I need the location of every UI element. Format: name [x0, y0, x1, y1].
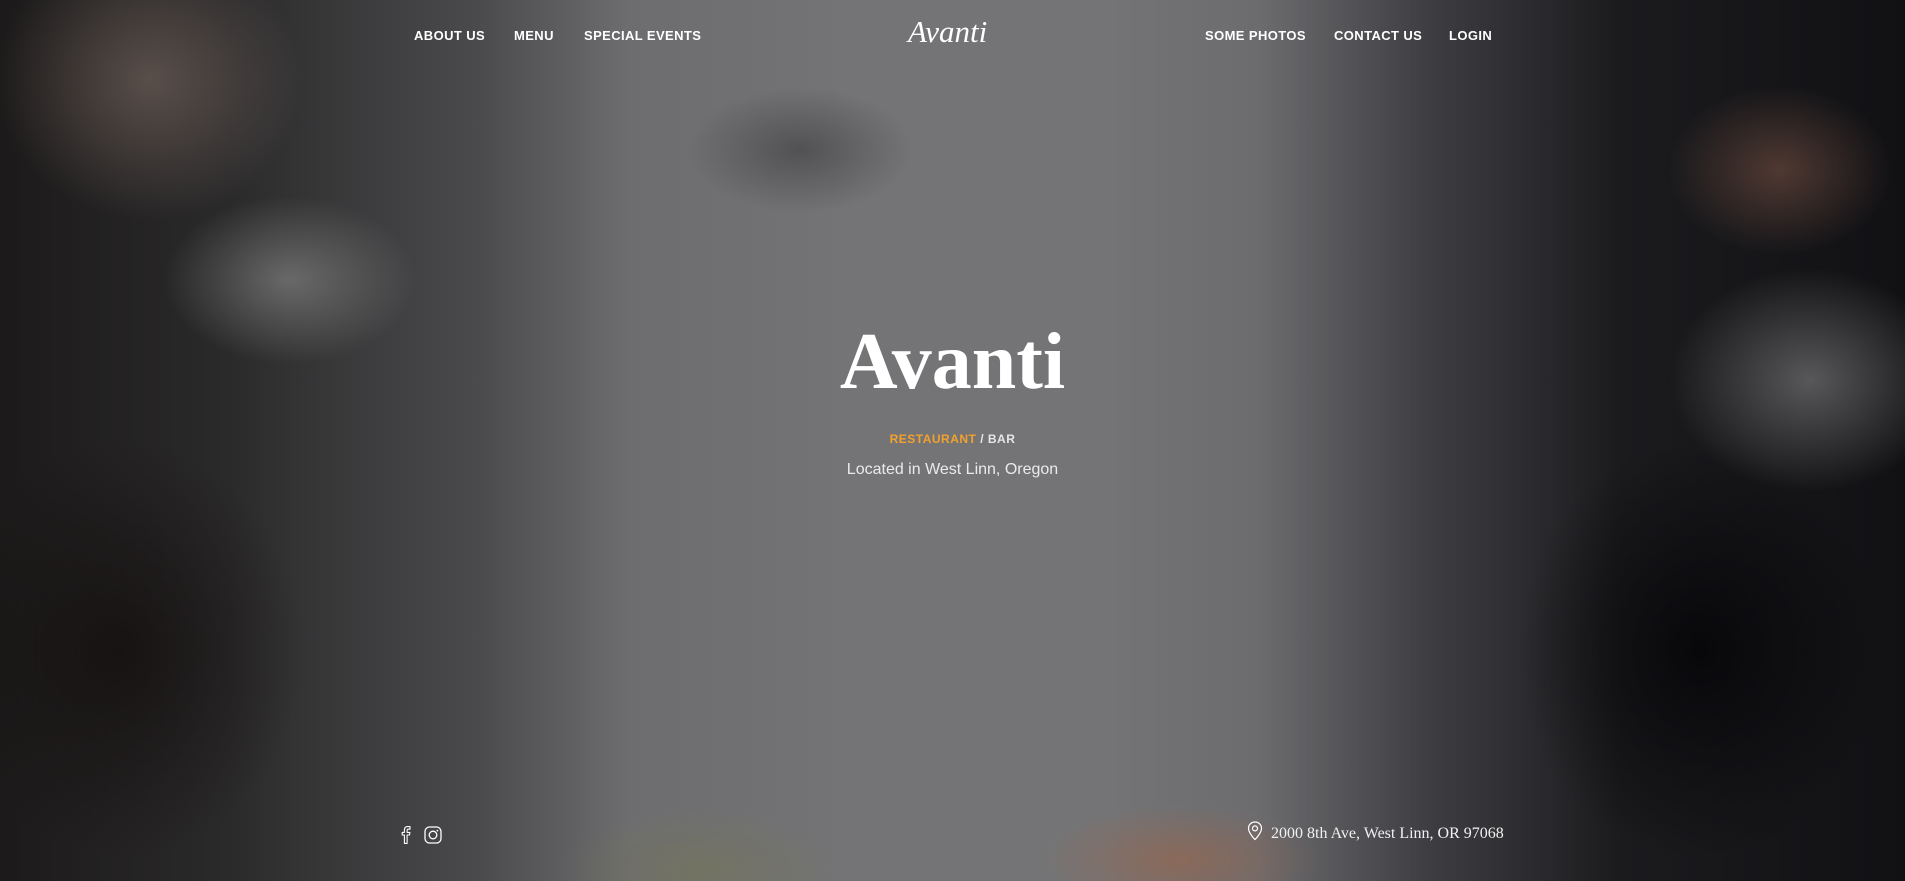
hero-tagline: RESTAURANT / BAR [0, 432, 1905, 446]
facebook-icon[interactable] [401, 826, 411, 849]
map-pin-icon [1247, 821, 1263, 846]
hero-location: Located in West Linn, Oregon [846, 461, 1059, 478]
hero-title: Avanti [839, 318, 1066, 406]
instagram-icon[interactable] [424, 826, 442, 849]
nav-some-photos[interactable]: SOME PHOTOS [1205, 28, 1306, 43]
site-logo[interactable]: Avanti [908, 14, 987, 50]
address-text[interactable]: 2000 8th Ave, West Linn, OR 97068 [1271, 825, 1504, 843]
tagline-bar: / BAR [976, 432, 1016, 446]
social-links [401, 826, 442, 849]
nav-special-events[interactable]: SPECIAL EVENTS [584, 28, 701, 43]
tagline-restaurant: RESTAURANT [889, 432, 977, 446]
nav-login[interactable]: LOGIN [1449, 28, 1492, 43]
nav-about-us[interactable]: ABOUT US [414, 28, 485, 43]
footer-address: 2000 8th Ave, West Linn, OR 97068 [1247, 821, 1504, 846]
nav-menu[interactable]: MENU [514, 28, 554, 43]
nav-contact-us[interactable]: CONTACT US [1334, 28, 1422, 43]
